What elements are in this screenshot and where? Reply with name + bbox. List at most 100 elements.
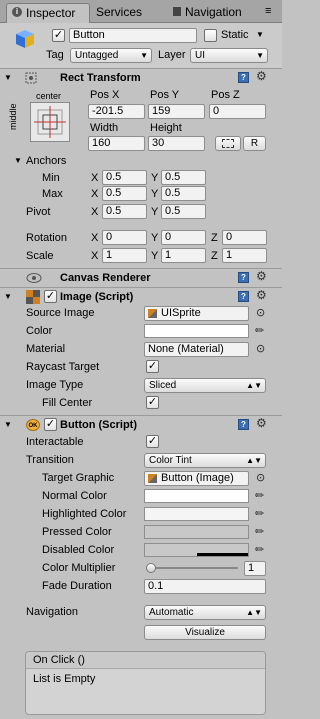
anchor-min-y-field[interactable]: 0.5 (161, 170, 206, 185)
rect-transform-icon (24, 71, 38, 85)
layer-dropdown-arrow-icon: ▼ (256, 51, 264, 60)
rect-transform-settings-gear-icon[interactable]: ⚙ (256, 70, 267, 82)
transition-label: Transition (26, 454, 74, 466)
pressed-color-eyedropper-icon[interactable]: ✏ (255, 526, 264, 538)
image-foldout-icon[interactable]: ▼ (4, 290, 12, 304)
disabled-alpha-bar (197, 553, 248, 556)
fill-center-checkbox[interactable]: ✓ (146, 396, 159, 409)
source-image-value: UISprite (161, 307, 201, 319)
canvas-renderer-settings-gear-icon[interactable]: ⚙ (256, 270, 267, 282)
button-settings-gear-icon[interactable]: ⚙ (256, 417, 267, 429)
anchor-preset-button[interactable] (30, 102, 70, 142)
scale-z-label: Z (211, 250, 218, 262)
rotation-x-field[interactable]: 0 (102, 230, 147, 245)
slider-thumb[interactable] (146, 563, 156, 573)
normal-color-swatch[interactable] (144, 489, 249, 503)
gameobject-active-checkbox[interactable]: ✓ (52, 29, 65, 42)
tag-dropdown-arrow-icon: ▼ (140, 51, 148, 60)
visualize-button[interactable]: Visualize (144, 625, 266, 640)
rect-transform-title: Rect Transform (60, 72, 141, 84)
material-field[interactable]: None (Material) (144, 342, 249, 357)
highlighted-color-label: Highlighted Color (42, 508, 127, 520)
pos-y-label: Pos Y (150, 89, 180, 101)
canvas-renderer-help-icon[interactable]: ? (238, 272, 249, 283)
material-picker-icon[interactable]: ⊙ (256, 343, 265, 355)
rotation-z-field[interactable]: 0 (222, 230, 267, 245)
panel-menu-icon[interactable]: ≡ (265, 5, 271, 17)
pos-z-field[interactable]: 0 (209, 104, 266, 119)
width-field[interactable]: 160 (88, 136, 145, 151)
raw-edit-button[interactable]: R (243, 136, 266, 151)
color-multiplier-field[interactable]: 1 (244, 561, 266, 576)
tab-services[interactable]: Services (90, 3, 168, 22)
pressed-color-swatch[interactable] (144, 525, 249, 539)
image-type-dropdown[interactable]: Sliced ▲▼ (144, 378, 266, 393)
source-image-picker-icon[interactable]: ⊙ (256, 307, 265, 319)
rect-transform-help-icon[interactable]: ? (238, 72, 249, 83)
scale-y-field[interactable]: 1 (161, 248, 206, 263)
anchor-min-x-field[interactable]: 0.5 (102, 170, 147, 185)
tab-inspector-label: Inspector (26, 6, 76, 20)
target-graphic-field[interactable]: Button (Image) (144, 471, 249, 486)
tab-inspector[interactable]: i Inspector (6, 3, 90, 23)
gameobject-name-field[interactable]: Button (69, 28, 197, 43)
pivot-x-field[interactable]: 0.5 (102, 204, 147, 219)
rotation-y-field[interactable]: 0 (161, 230, 206, 245)
separator (0, 287, 282, 288)
highlighted-color-eyedropper-icon[interactable]: ✏ (255, 508, 264, 520)
pos-x-field[interactable]: -201.5 (88, 104, 145, 119)
image-ref-icon (148, 474, 157, 483)
anchor-max-y-field[interactable]: 0.5 (161, 186, 206, 201)
transition-value: Color Tint (149, 455, 192, 466)
scale-x-field[interactable]: 1 (102, 248, 147, 263)
on-click-header: On Click () (26, 652, 265, 669)
button-foldout-icon[interactable]: ▼ (4, 418, 12, 432)
navigation-icon (173, 7, 181, 16)
anchors-foldout-icon[interactable]: ▼ (14, 154, 22, 168)
color-multiplier-slider[interactable] (146, 561, 238, 575)
normal-color-eyedropper-icon[interactable]: ✏ (255, 490, 264, 502)
source-image-field[interactable]: UISprite (144, 306, 249, 321)
pos-y-field[interactable]: 159 (148, 104, 205, 119)
image-component-icon (26, 290, 40, 304)
pos-x-label: Pos X (90, 89, 120, 101)
button-help-icon[interactable]: ? (238, 419, 249, 430)
image-enabled-checkbox[interactable]: ✓ (44, 290, 57, 303)
layer-dropdown[interactable]: UI ▼ (190, 48, 268, 63)
disabled-color-eyedropper-icon[interactable]: ✏ (255, 544, 264, 556)
static-dropdown-arrow-icon[interactable]: ▼ (256, 28, 264, 42)
target-graphic-picker-icon[interactable]: ⊙ (256, 472, 265, 484)
navigation-dropdown[interactable]: Automatic ▲▼ (144, 605, 266, 620)
highlighted-color-swatch[interactable] (144, 507, 249, 521)
height-field[interactable]: 30 (148, 136, 205, 151)
anchor-min-label: Min (42, 172, 60, 184)
scale-z-field[interactable]: 1 (222, 248, 267, 263)
image-help-icon[interactable]: ? (238, 291, 249, 302)
target-graphic-label: Target Graphic (42, 472, 115, 484)
anchor-min-y-label: Y (151, 172, 159, 184)
pivot-x-label: X (91, 206, 99, 218)
fade-duration-field[interactable]: 0.1 (144, 579, 266, 594)
image-type-label: Image Type (26, 379, 84, 391)
canvas-renderer-eye-icon (26, 272, 42, 284)
raycast-target-checkbox[interactable]: ✓ (146, 360, 159, 373)
button-enabled-checkbox[interactable]: ✓ (44, 418, 57, 431)
on-click-event-box: On Click () List is Empty (25, 651, 266, 715)
tab-navigation[interactable]: Navigation (170, 3, 260, 22)
image-color-swatch[interactable] (144, 324, 249, 338)
pressed-color-label: Pressed Color (42, 526, 112, 538)
rect-transform-foldout-icon[interactable]: ▼ (4, 71, 12, 85)
pivot-y-field[interactable]: 0.5 (161, 204, 206, 219)
image-settings-gear-icon[interactable]: ⚙ (256, 289, 267, 301)
interactable-checkbox[interactable]: ✓ (146, 435, 159, 448)
anchor-max-label: Max (42, 188, 63, 200)
image-color-eyedropper-icon[interactable]: ✏ (255, 325, 264, 337)
anchor-max-x-field[interactable]: 0.5 (102, 186, 147, 201)
tag-value: Untagged (75, 50, 119, 61)
disabled-color-swatch[interactable] (144, 543, 249, 557)
tag-dropdown[interactable]: Untagged ▼ (70, 48, 152, 63)
separator (0, 68, 282, 69)
static-checkbox[interactable] (204, 29, 217, 42)
transition-dropdown[interactable]: Color Tint ▲▼ (144, 453, 266, 468)
blueprint-mode-button[interactable] (215, 136, 241, 151)
